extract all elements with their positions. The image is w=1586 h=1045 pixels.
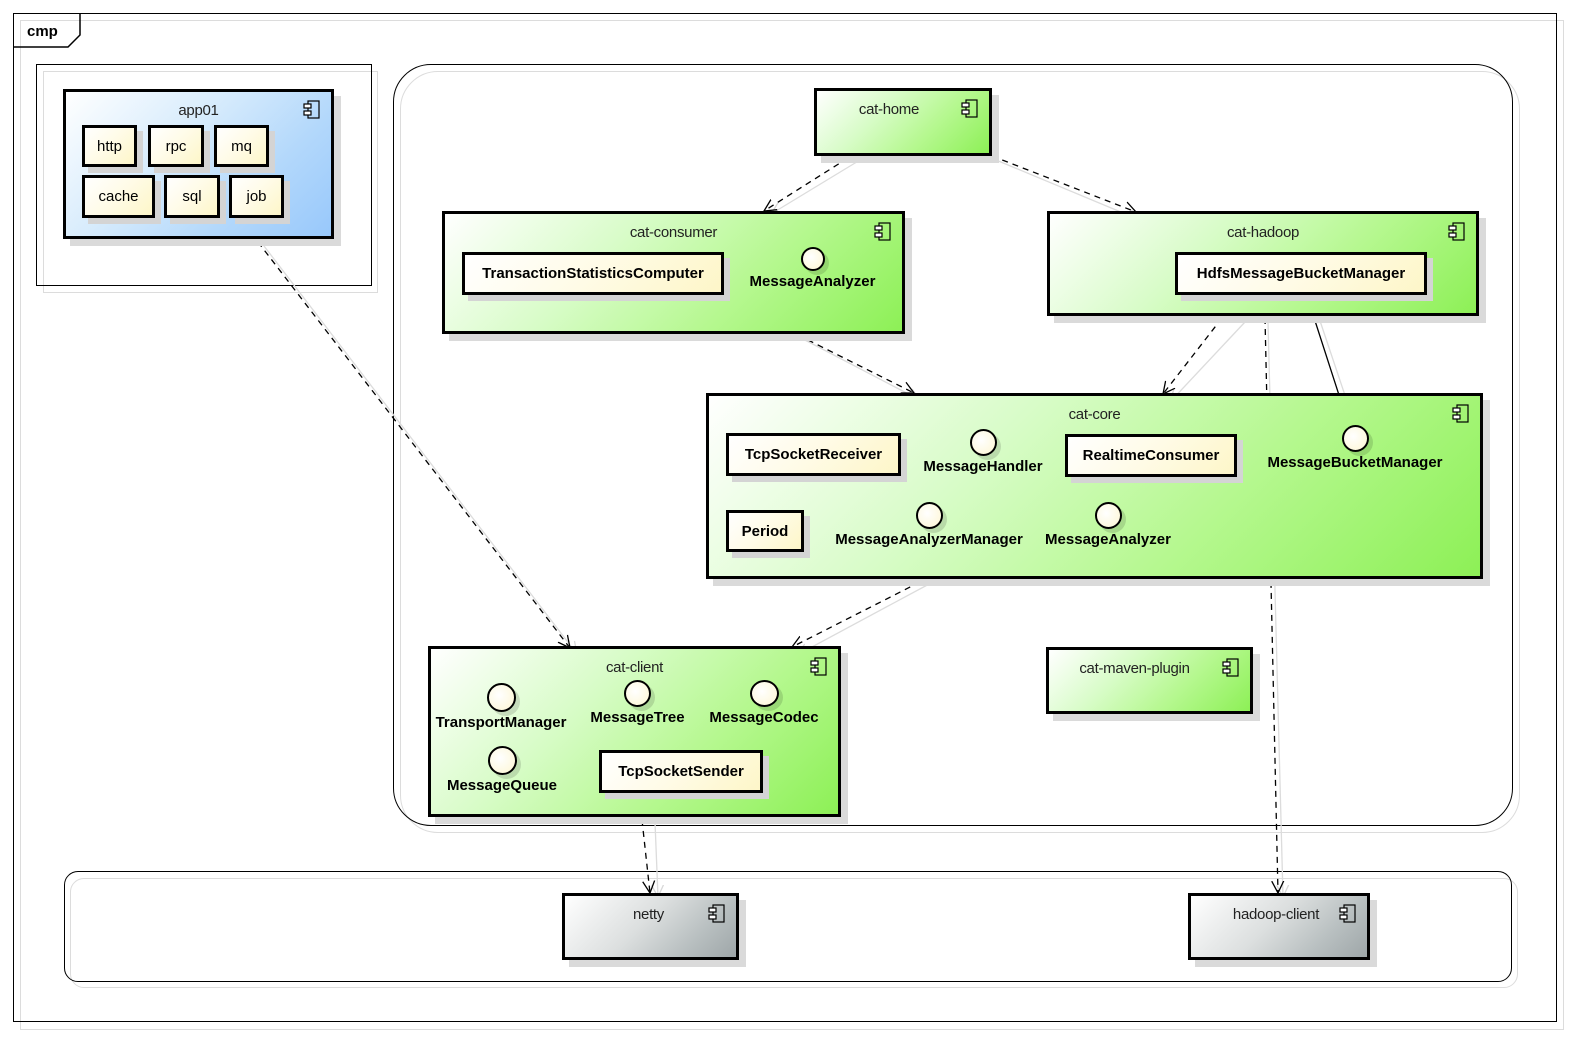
component-icon bbox=[1452, 404, 1469, 423]
component-cat-maven-plugin[interactable]: cat-maven-plugin bbox=[1046, 647, 1253, 714]
interface-lollipop-icon bbox=[800, 247, 825, 271]
interface-lollipop-icon bbox=[749, 680, 779, 707]
class-cache[interactable]: cache bbox=[82, 175, 155, 218]
component-name: cat-core bbox=[1068, 406, 1121, 423]
class-tcp-socket-receiver[interactable]: TcpSocketReceiver bbox=[726, 433, 901, 476]
component-icon bbox=[708, 904, 725, 923]
component-name: cat-maven-plugin bbox=[1079, 660, 1190, 677]
interface-message-analyzer[interactable]: MessageAnalyzer bbox=[1035, 502, 1181, 548]
interface-lollipop-icon bbox=[487, 746, 517, 775]
interface-label: MessageCodec bbox=[709, 709, 819, 726]
interface-lollipop-icon bbox=[1094, 502, 1122, 529]
interface-lollipop-icon bbox=[969, 429, 997, 456]
component-name: cat-hadoop bbox=[1226, 224, 1300, 241]
frame-label: cmp bbox=[27, 23, 58, 40]
class-hdfs-message-bucket-manager[interactable]: HdfsMessageBucketManager bbox=[1175, 252, 1427, 295]
component-icon bbox=[303, 100, 320, 119]
interface-message-analyzer[interactable]: MessageAnalyzer bbox=[740, 247, 885, 290]
class-mq[interactable]: mq bbox=[214, 125, 269, 167]
component-cat-home[interactable]: cat-home bbox=[814, 88, 992, 156]
interface-lollipop-icon bbox=[486, 683, 516, 712]
interface-lollipop-icon bbox=[1341, 425, 1369, 452]
component-name: netty bbox=[632, 906, 665, 923]
interface-lollipop-icon bbox=[624, 680, 651, 707]
interface-message-analyzer-manager[interactable]: MessageAnalyzerManager bbox=[825, 502, 1033, 548]
component-name: hadoop-client bbox=[1232, 906, 1320, 923]
interface-message-tree[interactable]: MessageTree bbox=[580, 680, 695, 726]
component-icon bbox=[874, 222, 891, 241]
component-netty[interactable]: netty bbox=[562, 893, 739, 960]
class-period[interactable]: Period bbox=[726, 510, 804, 552]
component-icon bbox=[1222, 658, 1239, 677]
class-http[interactable]: http bbox=[82, 125, 137, 167]
interface-message-queue[interactable]: MessageQueue bbox=[440, 746, 564, 794]
component-name: app01 bbox=[178, 102, 219, 119]
component-name: cat-home bbox=[858, 101, 920, 118]
component-icon bbox=[1339, 904, 1356, 923]
interface-message-handler[interactable]: MessageHandler bbox=[908, 429, 1058, 475]
interface-label: MessageAnalyzer bbox=[749, 273, 876, 290]
component-icon bbox=[961, 99, 978, 118]
component-cat-core[interactable]: cat-core bbox=[706, 393, 1483, 579]
interface-label: MessageAnalyzerManager bbox=[835, 531, 1023, 548]
interface-label: MessageHandler bbox=[923, 458, 1043, 475]
interface-lollipop-icon bbox=[915, 502, 943, 529]
component-icon bbox=[1448, 222, 1465, 241]
class-tcp-socket-sender[interactable]: TcpSocketSender bbox=[599, 750, 763, 793]
interface-label: MessageAnalyzer bbox=[1045, 531, 1171, 548]
interface-label: MessageBucketManager bbox=[1267, 454, 1443, 471]
component-name: cat-consumer bbox=[629, 224, 718, 241]
class-job[interactable]: job bbox=[229, 175, 284, 218]
interface-label: TransportManager bbox=[435, 714, 567, 731]
class-rpc[interactable]: rpc bbox=[148, 125, 204, 167]
class-realtime-consumer[interactable]: RealtimeConsumer bbox=[1065, 434, 1237, 477]
component-icon bbox=[810, 657, 827, 676]
interface-message-bucket-manager[interactable]: MessageBucketManager bbox=[1255, 425, 1455, 471]
interface-label: MessageQueue bbox=[446, 777, 558, 794]
interface-message-codec[interactable]: MessageCodec bbox=[700, 680, 828, 726]
component-hadoop-client[interactable]: hadoop-client bbox=[1188, 893, 1370, 960]
class-transaction-statistics-computer[interactable]: TransactionStatisticsComputer bbox=[462, 252, 724, 295]
class-sql[interactable]: sql bbox=[164, 175, 220, 218]
interface-transport-manager[interactable]: TransportManager bbox=[428, 683, 574, 731]
interface-label: MessageTree bbox=[590, 709, 685, 726]
component-name: cat-client bbox=[605, 659, 664, 676]
